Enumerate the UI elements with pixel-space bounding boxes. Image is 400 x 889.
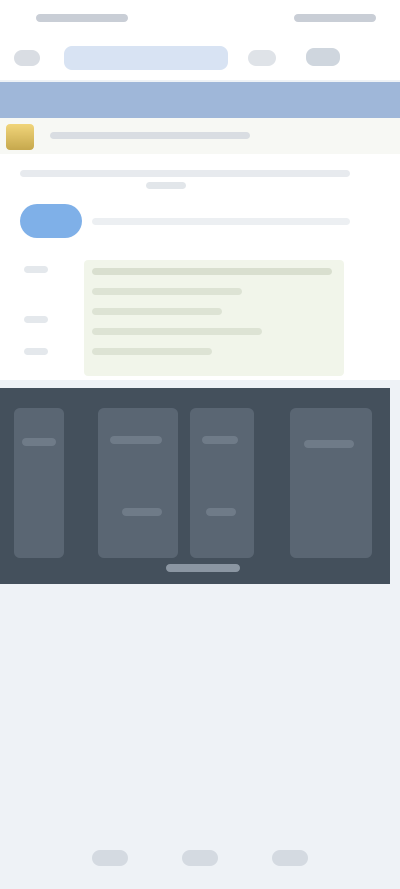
back-button[interactable] bbox=[92, 850, 128, 866]
code-line-4 bbox=[92, 328, 262, 335]
dark-text-3 bbox=[202, 436, 238, 444]
phone-screen bbox=[0, 0, 400, 889]
ad-text-line bbox=[50, 132, 250, 139]
dark-text-6 bbox=[206, 508, 236, 516]
menu-icon[interactable] bbox=[14, 50, 40, 66]
blue-chip-button[interactable] bbox=[20, 204, 82, 238]
dark-column-3 bbox=[190, 408, 254, 558]
dark-text-2 bbox=[110, 436, 162, 444]
dark-text-4 bbox=[304, 440, 354, 448]
dark-column-1 bbox=[14, 408, 64, 558]
recents-button[interactable] bbox=[272, 850, 308, 866]
tabs-icon[interactable] bbox=[248, 50, 276, 66]
section-line-2 bbox=[146, 182, 186, 189]
ad-row[interactable] bbox=[0, 118, 400, 154]
side-line-1 bbox=[24, 266, 48, 273]
dark-text-1 bbox=[22, 438, 56, 446]
status-time bbox=[36, 14, 128, 22]
navigation-bar bbox=[0, 826, 400, 889]
blue-header-bar bbox=[0, 82, 400, 118]
code-line-5 bbox=[92, 348, 212, 355]
code-block bbox=[84, 260, 344, 376]
home-button[interactable] bbox=[182, 850, 218, 866]
side-line-2 bbox=[24, 316, 48, 323]
side-line-3 bbox=[24, 348, 48, 355]
code-line-2 bbox=[92, 288, 242, 295]
status-bar bbox=[0, 0, 400, 36]
thumbnail-icon bbox=[6, 124, 34, 150]
code-line-3 bbox=[92, 308, 222, 315]
status-icons bbox=[294, 14, 376, 22]
more-icon[interactable] bbox=[306, 48, 340, 66]
dark-text-5 bbox=[122, 508, 162, 516]
dark-column-2 bbox=[98, 408, 178, 558]
dark-text-7 bbox=[166, 564, 240, 572]
browser-toolbar bbox=[0, 36, 400, 80]
section-line-1 bbox=[20, 170, 350, 177]
dark-panel bbox=[0, 388, 390, 584]
dark-column-4 bbox=[290, 408, 372, 558]
code-line-1 bbox=[92, 268, 332, 275]
address-bar[interactable] bbox=[64, 46, 228, 70]
chip-text-line bbox=[92, 218, 350, 225]
content-area bbox=[0, 118, 400, 380]
